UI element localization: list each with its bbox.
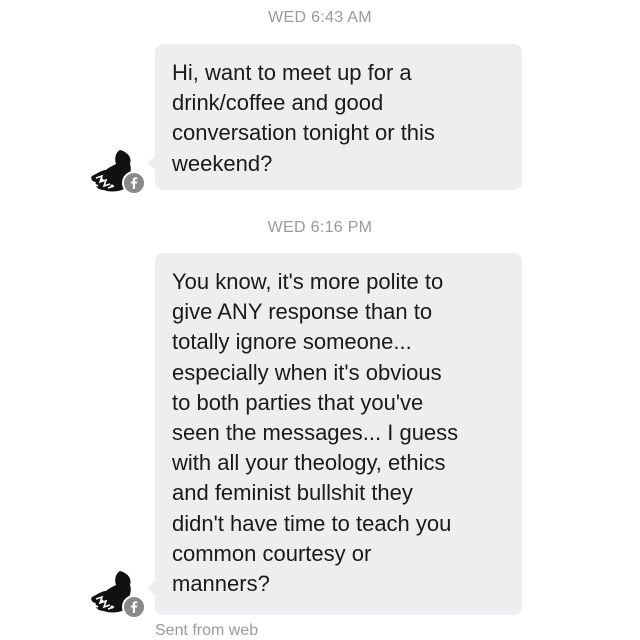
sent-from-label: Sent from web [155, 622, 259, 639]
message-timestamp: WED 6:43 AM [268, 9, 372, 26]
bubble-tail [147, 581, 155, 595]
message-timestamp: WED 6:16 PM [267, 219, 373, 236]
message-bubble[interactable]: You know, it's more polite to give ANY r… [155, 253, 522, 615]
bubble-tail [147, 156, 155, 170]
facebook-icon [122, 171, 146, 195]
facebook-icon [122, 595, 146, 619]
message-bubble[interactable]: Hi, want to meet up for a drink/coffee a… [155, 44, 522, 190]
